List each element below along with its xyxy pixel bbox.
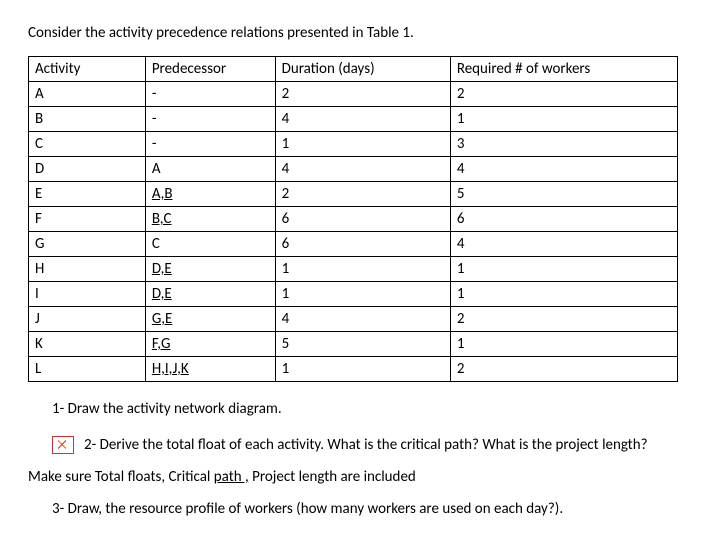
cell-activity: I <box>29 282 146 307</box>
cell-required: 6 <box>450 207 677 232</box>
cell-predecessor: A <box>145 157 275 182</box>
cell-predecessor: A,B <box>145 182 275 207</box>
table-row: DA44 <box>29 157 678 182</box>
header-required: Required # of workers <box>450 57 677 82</box>
table-row: FB,C66 <box>29 207 678 232</box>
cell-duration: 1 <box>275 257 450 282</box>
cell-duration: 6 <box>275 232 450 257</box>
cell-required: 2 <box>450 307 677 332</box>
cell-duration: 1 <box>275 282 450 307</box>
table-row: A-22 <box>29 82 678 107</box>
cell-predecessor: C <box>145 232 275 257</box>
cell-required: 4 <box>450 232 677 257</box>
cell-activity: A <box>29 82 146 107</box>
cell-duration: 5 <box>275 332 450 357</box>
cell-activity: B <box>29 107 146 132</box>
flag-icon <box>52 436 74 454</box>
cell-activity: K <box>29 332 146 357</box>
cell-predecessor: D,E <box>145 257 275 282</box>
cell-required: 1 <box>450 107 677 132</box>
makesure-underlined: path , <box>214 468 249 486</box>
table-row: EA,B25 <box>29 182 678 207</box>
table-row: HD,E11 <box>29 257 678 282</box>
cell-duration: 4 <box>275 107 450 132</box>
table-row: ID,E11 <box>29 282 678 307</box>
cell-required: 1 <box>450 332 677 357</box>
cell-required: 3 <box>450 132 677 157</box>
cell-predecessor: - <box>145 107 275 132</box>
cell-activity: H <box>29 257 146 282</box>
cell-activity: F <box>29 207 146 232</box>
cell-predecessor: H,I,J,K <box>145 357 275 382</box>
cell-duration: 2 <box>275 82 450 107</box>
cell-predecessor: - <box>145 82 275 107</box>
make-sure-text: Make sure Total floats, Critical path , … <box>28 468 678 486</box>
header-activity: Activity <box>29 57 146 82</box>
table-row: B-41 <box>29 107 678 132</box>
precedence-table: Activity Predecessor Duration (days) Req… <box>28 56 678 382</box>
table-row: LH,I,J,K12 <box>29 357 678 382</box>
cell-duration: 4 <box>275 157 450 182</box>
makesure-pre: Make sure Total floats, Critical <box>28 468 214 486</box>
table-header-row: Activity Predecessor Duration (days) Req… <box>29 57 678 82</box>
cell-activity: J <box>29 307 146 332</box>
cell-required: 5 <box>450 182 677 207</box>
cell-required: 1 <box>450 282 677 307</box>
table-row: JG,E42 <box>29 307 678 332</box>
cell-duration: 6 <box>275 207 450 232</box>
cell-required: 2 <box>450 82 677 107</box>
question-1: 1- Draw the activity network diagram. <box>52 400 678 418</box>
cell-activity: L <box>29 357 146 382</box>
intro-text: Consider the activity precedence relatio… <box>28 24 678 42</box>
cell-activity: E <box>29 182 146 207</box>
cell-duration: 1 <box>275 132 450 157</box>
cell-predecessor: B,C <box>145 207 275 232</box>
cell-required: 4 <box>450 157 677 182</box>
cell-predecessor: G,E <box>145 307 275 332</box>
cell-activity: G <box>29 232 146 257</box>
cell-duration: 2 <box>275 182 450 207</box>
cell-activity: D <box>29 157 146 182</box>
table-row: KF,G51 <box>29 332 678 357</box>
cell-duration: 4 <box>275 307 450 332</box>
cell-predecessor: D,E <box>145 282 275 307</box>
question-3: 3- Draw, the resource profile of workers… <box>52 500 678 518</box>
makesure-post: Project length are included <box>249 468 416 486</box>
cell-predecessor: - <box>145 132 275 157</box>
header-duration: Duration (days) <box>275 57 450 82</box>
cell-required: 1 <box>450 257 677 282</box>
cell-duration: 1 <box>275 357 450 382</box>
question-2: 2- Derive the total float of each activi… <box>84 436 648 454</box>
header-predecessor: Predecessor <box>145 57 275 82</box>
question-2-row: 2- Derive the total float of each activi… <box>52 436 678 454</box>
table-row: GC64 <box>29 232 678 257</box>
cell-required: 2 <box>450 357 677 382</box>
cell-activity: C <box>29 132 146 157</box>
cell-predecessor: F,G <box>145 332 275 357</box>
table-row: C-13 <box>29 132 678 157</box>
